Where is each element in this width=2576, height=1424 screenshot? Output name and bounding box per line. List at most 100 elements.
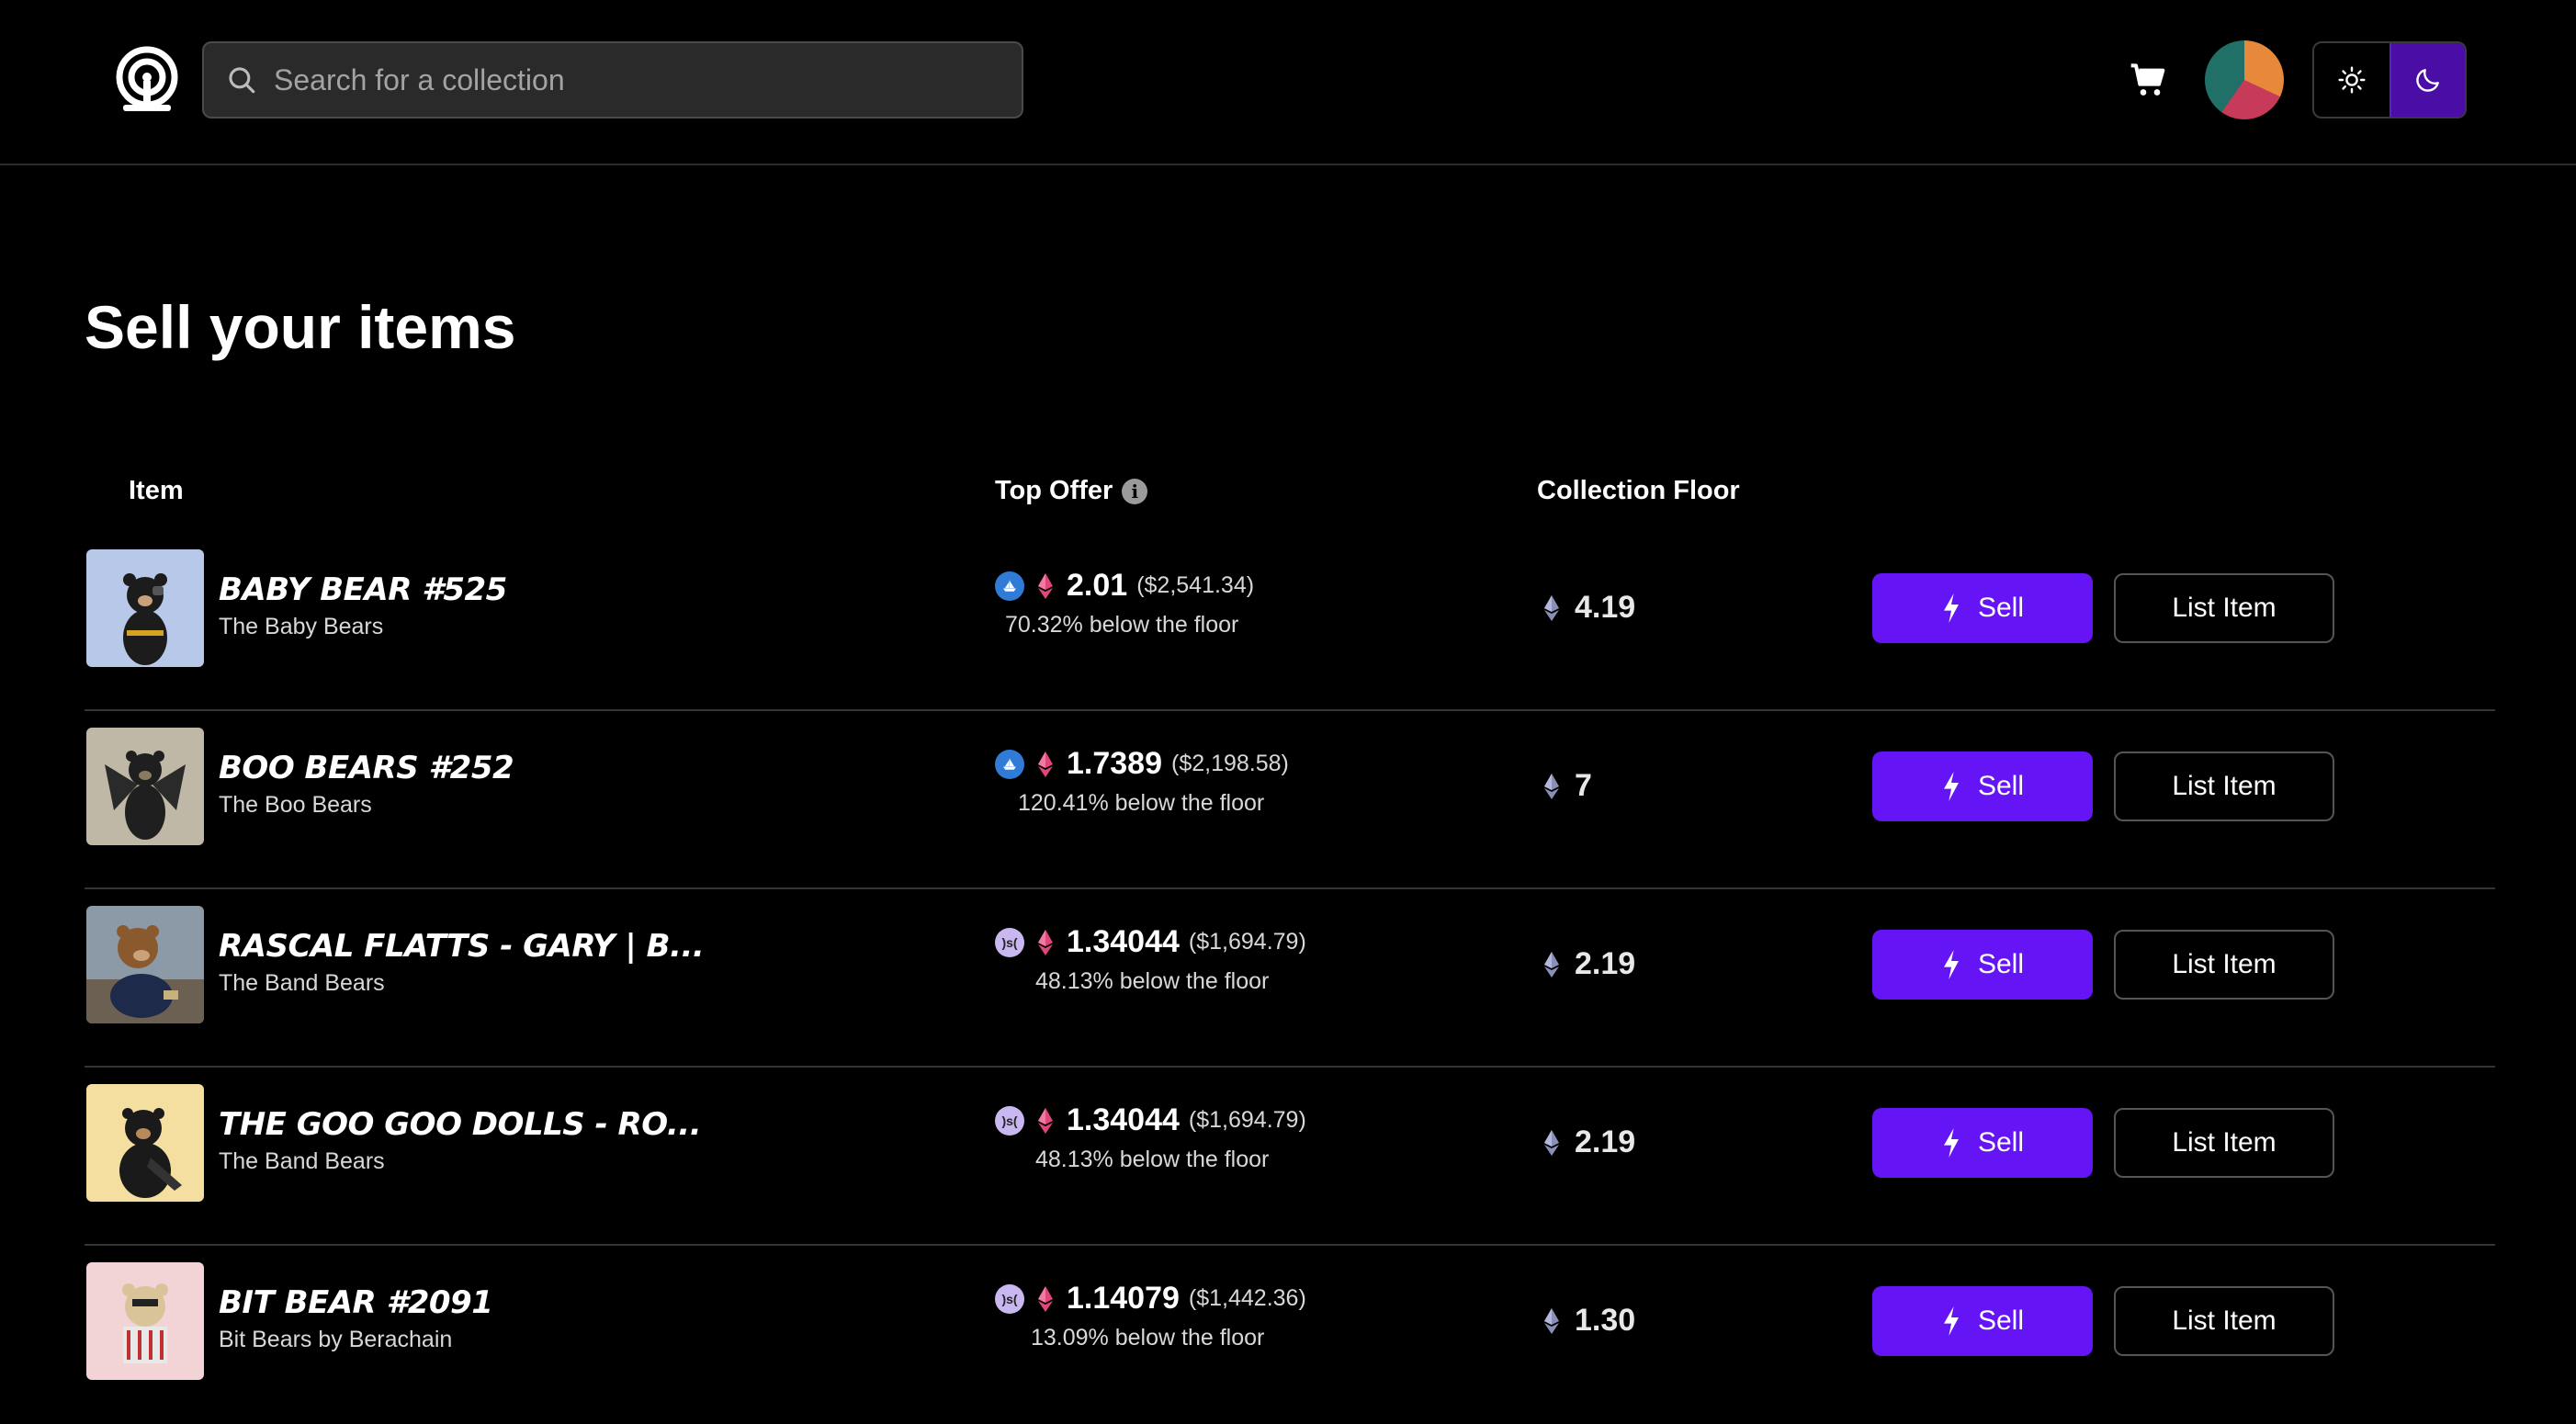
list-item-button[interactable]: List Item <box>2114 1286 2334 1356</box>
theme-toggle <box>2312 41 2467 119</box>
top-offer: 2.01 ($2,541.34) <box>995 568 1254 604</box>
lightning-icon <box>1943 593 1959 623</box>
sell-button-label: Sell <box>1977 949 2025 979</box>
table-row: BABY BEAR #525 The Baby Bears 2.01 ($2,5… <box>85 533 2495 711</box>
sell-button[interactable]: Sell <box>1872 752 2093 821</box>
item-collection[interactable]: The Baby Bears <box>219 614 383 640</box>
offer-usd: ($2,198.58) <box>1171 751 1289 776</box>
collection-floor: 2.19 <box>1543 946 1635 982</box>
sell-button-label: Sell <box>1977 593 2025 623</box>
sell-button[interactable]: Sell <box>1872 573 2093 643</box>
page-title: Sell your items <box>85 293 516 361</box>
top-nav <box>0 0 2576 165</box>
offer-price: 1.34044 <box>1067 1102 1180 1137</box>
offer-below-floor: 48.13% below the floor <box>1035 1147 1270 1172</box>
lightning-icon <box>1943 1306 1959 1336</box>
eth-icon <box>1544 1129 1559 1156</box>
moon-icon <box>2416 69 2439 92</box>
top-offer: )s( 1.34044 ($1,694.79) <box>995 924 1306 960</box>
item-name[interactable]: BABY BEAR #525 <box>219 571 507 608</box>
sell-button[interactable]: Sell <box>1872 1286 2093 1356</box>
eth-icon <box>1038 929 1053 955</box>
item-collection[interactable]: The Band Bears <box>219 970 385 997</box>
sell-button-label: Sell <box>1977 1305 2025 1336</box>
marketplace-icon: )s( <box>995 1105 1024 1136</box>
offer-below-floor: 70.32% below the floor <box>1005 612 1239 638</box>
nft-thumbnail[interactable] <box>86 1084 204 1202</box>
sell-button[interactable]: Sell <box>1872 930 2093 1000</box>
sell-button[interactable]: Sell <box>1872 1108 2093 1178</box>
eth-icon <box>1038 1107 1053 1134</box>
item-name[interactable]: BOO BEARS #252 <box>219 750 514 786</box>
top-offer: )s( 1.34044 ($1,694.79) <box>995 1102 1306 1138</box>
opensea-icon <box>995 749 1024 779</box>
lightning-icon <box>1943 772 1959 801</box>
collection-floor: 4.19 <box>1543 590 1635 626</box>
collection-floor: 7 <box>1543 768 1592 804</box>
table-row: RASCAL FLATTS - GARY | B... The Band Bea… <box>85 889 2495 1068</box>
collection-floor: 1.30 <box>1543 1303 1635 1339</box>
offer-price: 2.01 <box>1067 568 1128 603</box>
list-item-button[interactable]: List Item <box>2114 752 2334 821</box>
opensea-icon <box>995 571 1024 601</box>
item-collection[interactable]: The Boo Bears <box>219 792 372 819</box>
search-icon <box>229 67 255 94</box>
floor-value: 1.30 <box>1575 1303 1636 1338</box>
marketplace-icon: )s( <box>995 1283 1024 1314</box>
item-name[interactable]: BIT BEAR #2091 <box>219 1284 493 1321</box>
offer-price: 1.7389 <box>1067 746 1162 781</box>
column-header-collection-floor: Collection Floor <box>1537 476 1740 505</box>
nft-thumbnail[interactable] <box>86 728 204 845</box>
eth-icon <box>1038 572 1053 599</box>
site-logo-icon[interactable] <box>110 44 184 118</box>
cart-icon[interactable] <box>2130 62 2166 99</box>
offer-usd: ($1,694.79) <box>1188 929 1306 955</box>
list-item-button[interactable]: List Item <box>2114 930 2334 1000</box>
nft-thumbnail[interactable] <box>86 906 204 1023</box>
offer-price: 1.34044 <box>1067 924 1180 959</box>
user-avatar[interactable] <box>2205 40 2284 119</box>
offer-price: 1.14079 <box>1067 1281 1180 1316</box>
eth-icon <box>1544 1307 1559 1334</box>
item-name[interactable]: THE GOO GOO DOLLS - RO... <box>219 1106 702 1143</box>
collection-floor: 2.19 <box>1543 1125 1635 1160</box>
offer-below-floor: 13.09% below the floor <box>1031 1325 1265 1351</box>
column-header-top-offer-label: Top Offer <box>995 476 1113 505</box>
light-mode-button[interactable] <box>2314 43 2390 117</box>
nft-thumbnail[interactable] <box>86 1262 204 1380</box>
floor-value: 2.19 <box>1575 946 1636 981</box>
item-collection[interactable]: Bit Bears by Berachain <box>219 1327 452 1353</box>
nft-thumbnail[interactable] <box>86 549 204 667</box>
lightning-icon <box>1943 1128 1959 1158</box>
table-row: BIT BEAR #2091 Bit Bears by Berachain )s… <box>85 1246 2495 1424</box>
dark-mode-button[interactable] <box>2390 43 2465 117</box>
column-header-item: Item <box>129 476 184 505</box>
list-item-button[interactable]: List Item <box>2114 573 2334 643</box>
table-row: BOO BEARS #252 The Boo Bears 1.7389 ($2,… <box>85 711 2495 889</box>
table-row: THE GOO GOO DOLLS - RO... The Band Bears… <box>85 1068 2495 1246</box>
offer-below-floor: 120.41% below the floor <box>1018 790 1265 816</box>
sell-button-label: Sell <box>1977 771 2025 801</box>
offer-usd: ($1,442.36) <box>1188 1285 1306 1311</box>
floor-value: 4.19 <box>1575 590 1636 625</box>
search-input[interactable] <box>274 62 990 97</box>
top-offer: 1.7389 ($2,198.58) <box>995 746 1289 782</box>
eth-icon <box>1038 1285 1053 1312</box>
top-offer: )s( 1.14079 ($1,442.36) <box>995 1281 1306 1317</box>
marketplace-icon: )s( <box>995 927 1024 957</box>
floor-value: 2.19 <box>1575 1125 1636 1159</box>
eth-icon <box>1544 951 1559 978</box>
item-name[interactable]: RASCAL FLATTS - GARY | B... <box>219 928 705 965</box>
floor-value: 7 <box>1575 768 1592 803</box>
sell-button-label: Sell <box>1977 1127 2025 1158</box>
lightning-icon <box>1943 950 1959 979</box>
info-icon[interactable]: i <box>1122 478 1148 504</box>
collection-search[interactable] <box>202 41 1023 119</box>
eth-icon <box>1038 751 1053 777</box>
list-item-button[interactable]: List Item <box>2114 1108 2334 1178</box>
offer-below-floor: 48.13% below the floor <box>1035 968 1270 994</box>
column-header-top-offer: Top Offer i <box>995 476 1148 506</box>
eth-icon <box>1544 773 1559 799</box>
item-collection[interactable]: The Band Bears <box>219 1148 385 1175</box>
sun-icon <box>2338 66 2366 94</box>
